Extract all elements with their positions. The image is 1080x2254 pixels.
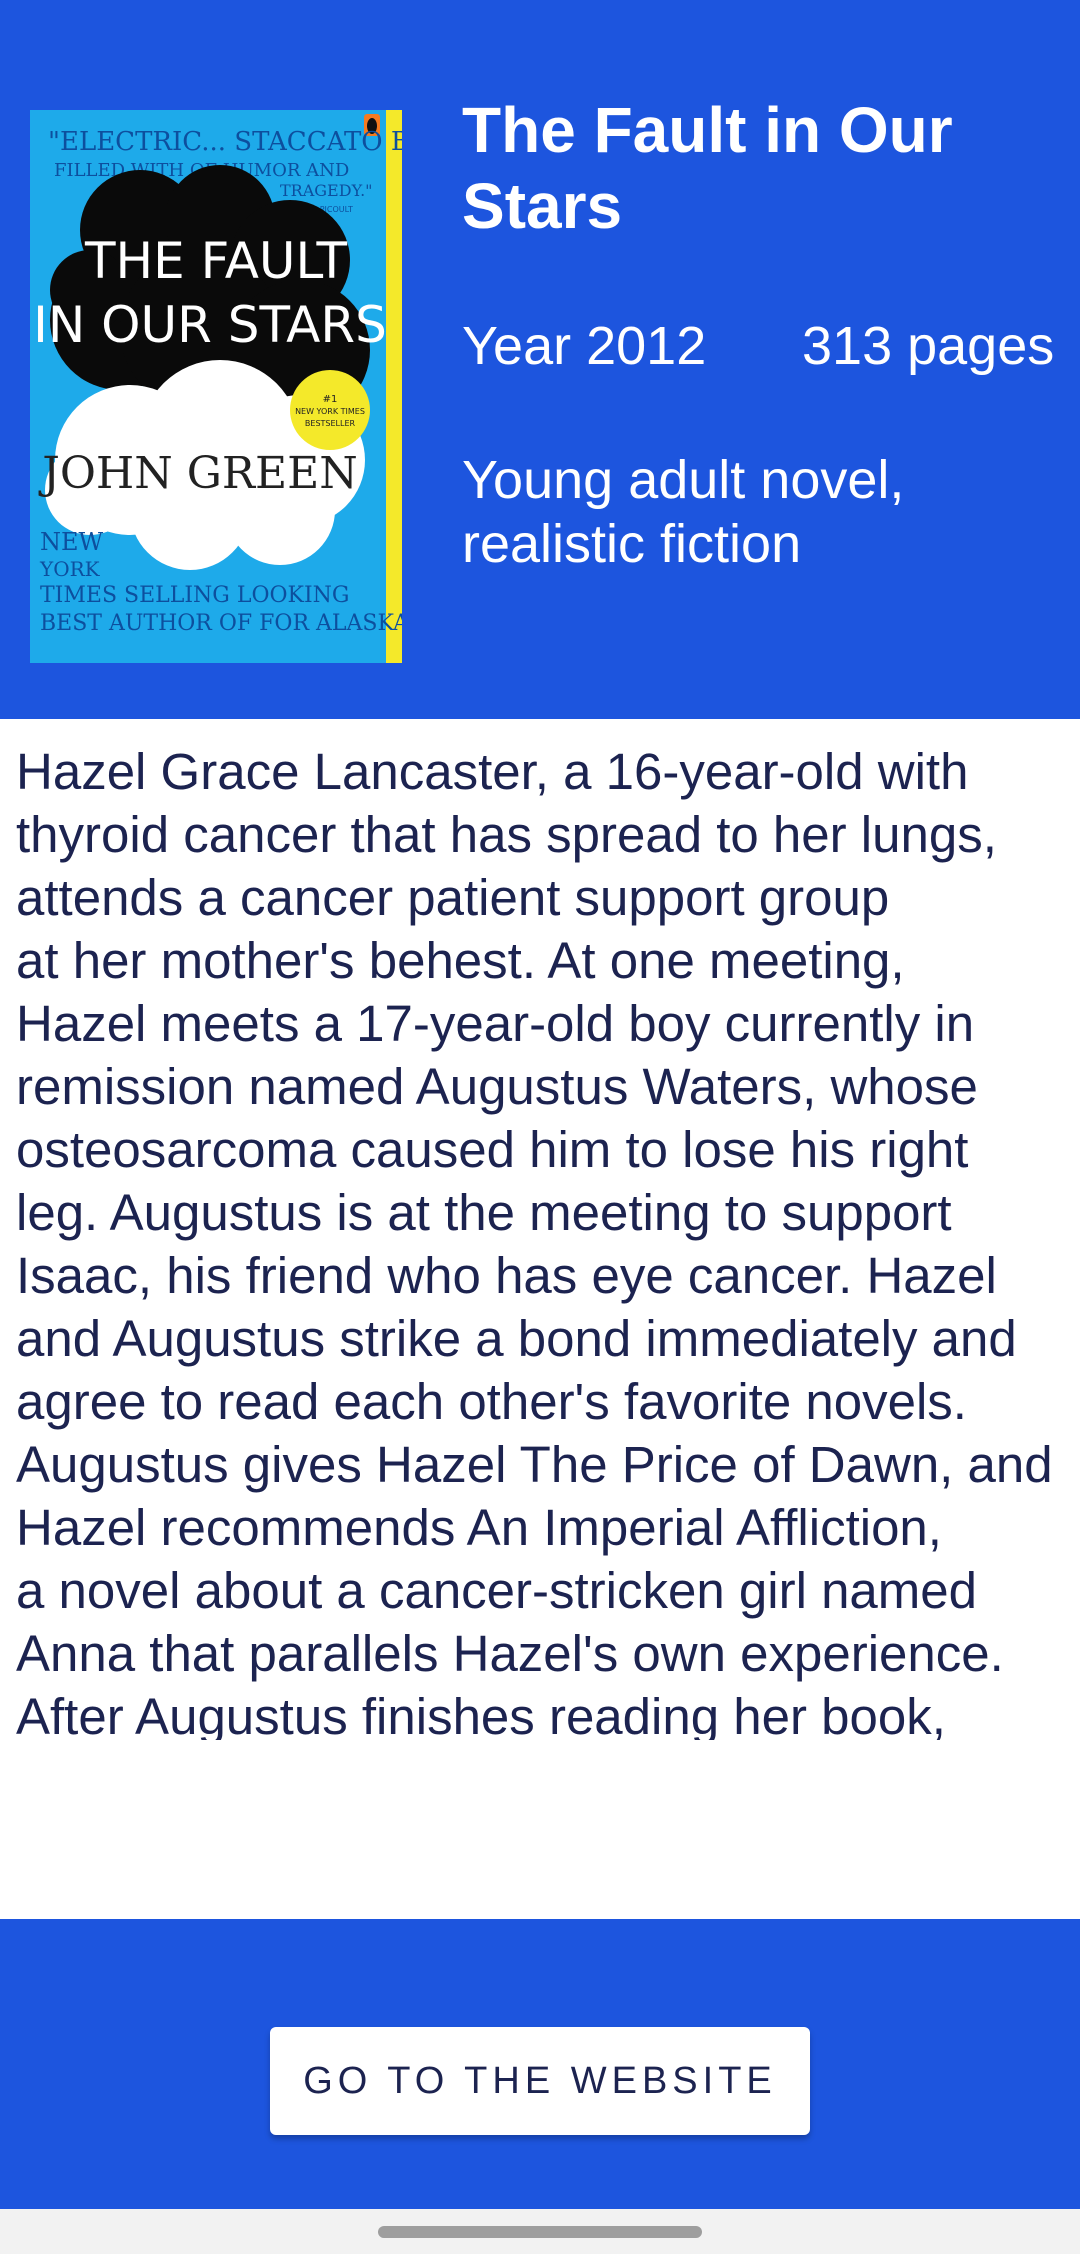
badge-text1: #1 [323,394,338,405]
bottom-action-bar: GO TO THE WEBSITE [0,1919,1080,2209]
go-to-website-button[interactable]: GO TO THE WEBSITE [270,2027,810,2135]
cover-title-line1: THE FAULT [84,232,348,290]
cover-quote-line1: "ELECTRIC... STACCATO BURSTS [48,127,402,157]
home-gesture-handle[interactable] [378,2226,702,2238]
book-title: The Fault in Our Stars [462,94,953,242]
cover-title-line2: IN OUR STARS [33,296,387,354]
book-info: The Fault in Our Stars Year 2012 313 pag… [462,92,1062,574]
cover-tagline4: BEST AUTHOR OF FOR ALASKA [40,611,402,636]
cover-author: JOHN GREEN [38,448,358,499]
cover-tagline1: NEW [40,528,104,556]
book-description: Hazel Grace Lancaster, a 16-year-old wit… [16,743,1053,1740]
book-detail-screen: "ELECTRIC... STACCATO BURSTS FILLED WITH… [0,0,1080,2254]
cover-tagline3: TIMES SELLING LOOKING [40,583,350,608]
badge-text3: BESTSELLER [305,419,356,428]
cover-tagline2: YORK [39,557,101,581]
book-genre: Young adult novel, realistic fiction [462,450,905,574]
book-pages: 313 pages [802,316,1055,376]
book-header: "ELECTRIC... STACCATO BURSTS FILLED WITH… [0,0,1080,719]
book-cover-image: "ELECTRIC... STACCATO BURSTS FILLED WITH… [30,110,402,663]
cover-quote-line3: TRAGEDY." [280,181,373,200]
book-year: Year 2012 [462,316,707,376]
badge-text2: NEW YORK TIMES [295,407,365,416]
